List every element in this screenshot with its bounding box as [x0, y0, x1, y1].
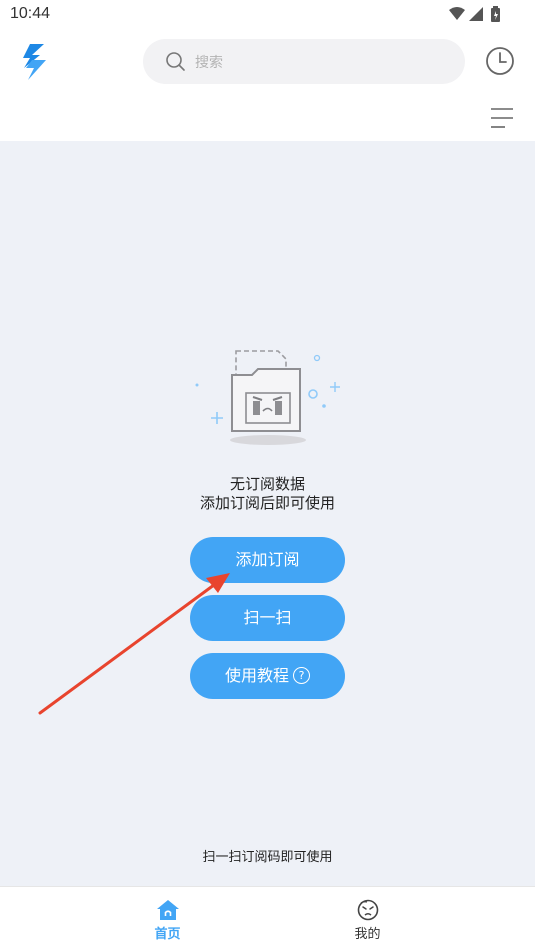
- menu-icon[interactable]: [489, 107, 515, 129]
- wifi-icon: [449, 7, 465, 20]
- search-icon: [166, 52, 185, 71]
- clock-icon[interactable]: [485, 46, 515, 76]
- signal-icon: [469, 7, 483, 21]
- add-subscription-label: 添加订阅: [235, 550, 300, 569]
- lightning-logo-icon[interactable]: [20, 44, 48, 80]
- tutorial-button[interactable]: 使用教程?: [190, 653, 345, 699]
- tab-mine-label: 我的: [354, 927, 381, 942]
- empty-title: 无订阅数据: [229, 475, 305, 493]
- face-icon: [357, 899, 378, 921]
- main-content: 无订阅数据 添加订阅后即可使用 添加订阅 扫一扫 使用教程? 扫一扫订阅码即可使…: [0, 141, 535, 886]
- empty-subtitle: 添加订阅后即可使用: [199, 494, 335, 512]
- search-input[interactable]: 搜索: [143, 39, 465, 84]
- bottom-tab-bar: 首页 我的: [0, 886, 535, 951]
- status-time: 10:44: [10, 5, 51, 22]
- red-arrow-annotation: [38, 573, 230, 715]
- tab-mine[interactable]: 我的: [234, 887, 501, 951]
- scan-label: 扫一扫: [243, 608, 292, 627]
- help-icon: ?: [293, 667, 310, 684]
- tutorial-label: 使用教程: [224, 666, 289, 685]
- add-subscription-button[interactable]: 添加订阅: [190, 537, 345, 583]
- top-header: 搜索: [0, 30, 535, 141]
- home-icon: [156, 900, 179, 920]
- sad-folder-illustration: [195, 350, 340, 445]
- search-placeholder: 搜索: [195, 55, 223, 71]
- footer-hint: 扫一扫订阅码即可使用: [202, 850, 333, 865]
- status-icons: [449, 6, 500, 22]
- status-bar: 10:44: [0, 0, 535, 30]
- scan-button[interactable]: 扫一扫: [190, 595, 345, 641]
